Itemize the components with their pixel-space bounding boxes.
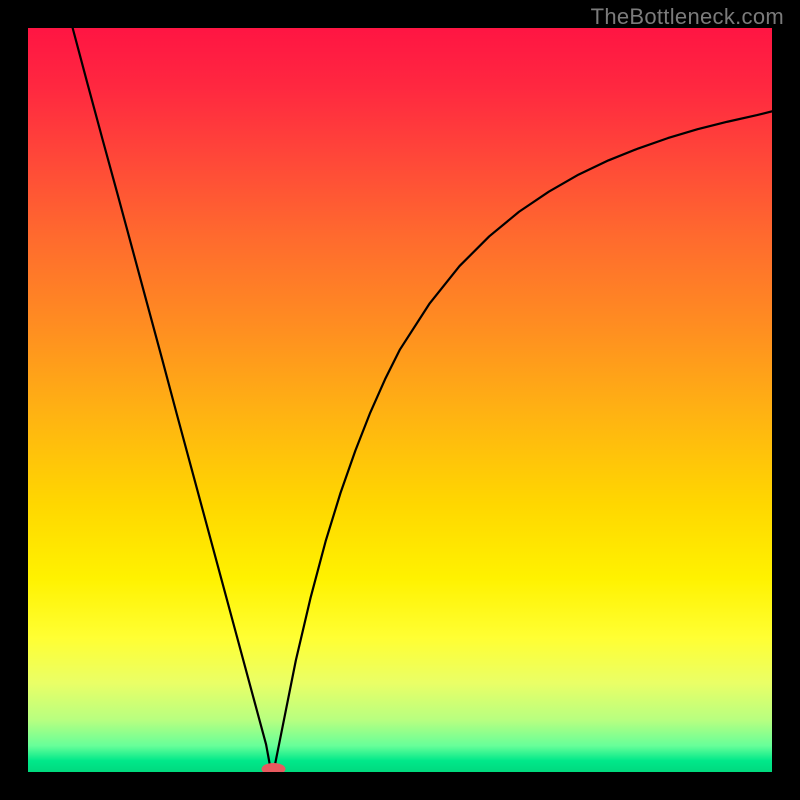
chart-frame: TheBottleneck.com xyxy=(0,0,800,800)
plot-area xyxy=(28,28,772,772)
watermark-text: TheBottleneck.com xyxy=(591,4,784,30)
chart-svg xyxy=(28,28,772,772)
